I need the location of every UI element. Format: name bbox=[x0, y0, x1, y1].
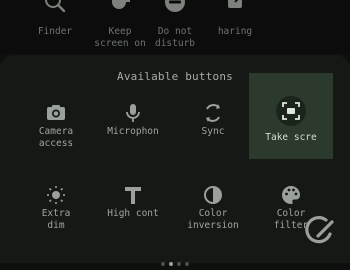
page-indicator bbox=[0, 251, 350, 270]
high-contrast-text-icon bbox=[122, 184, 144, 206]
tile-high-contrast[interactable]: High cont bbox=[91, 174, 175, 259]
palette-icon bbox=[280, 184, 302, 206]
tile-label: High cont bbox=[107, 208, 159, 219]
qs-label: haring bbox=[217, 26, 253, 37]
quick-settings-row: Finder Keep screen on Do not disturb har… bbox=[0, 0, 350, 54]
tile-label: Take scre bbox=[265, 132, 317, 143]
tile-label: Extra dim bbox=[41, 208, 71, 231]
screenshot-icon bbox=[280, 100, 302, 122]
color-inversion-icon bbox=[202, 184, 224, 206]
watermark-logo bbox=[304, 214, 336, 246]
tile-label: Camera access bbox=[38, 126, 74, 149]
extra-dim-icon bbox=[45, 184, 67, 206]
share-icon bbox=[222, 0, 248, 15]
tile-sync[interactable]: Sync bbox=[171, 92, 255, 177]
tile-color-inversion[interactable]: Color inversion bbox=[171, 174, 255, 259]
sync-icon bbox=[202, 102, 224, 124]
microphone-icon bbox=[122, 102, 144, 124]
tile-take-screenshot[interactable]: Take scre bbox=[249, 73, 333, 159]
tile-camera-access[interactable]: Camera access bbox=[14, 92, 98, 177]
tile-microphone[interactable]: Microphon bbox=[91, 92, 175, 177]
tile-label: Sync bbox=[201, 126, 225, 137]
tile-extra-dim[interactable]: Extra dim bbox=[14, 174, 98, 259]
tile-label: Microphon bbox=[107, 126, 159, 137]
camera-icon bbox=[45, 102, 67, 124]
do-not-disturb-icon bbox=[162, 0, 188, 15]
tile-label: Color inversion bbox=[187, 208, 239, 231]
search-icon bbox=[42, 0, 68, 15]
coffee-icon bbox=[107, 0, 133, 15]
qs-label: Finder bbox=[37, 26, 73, 37]
